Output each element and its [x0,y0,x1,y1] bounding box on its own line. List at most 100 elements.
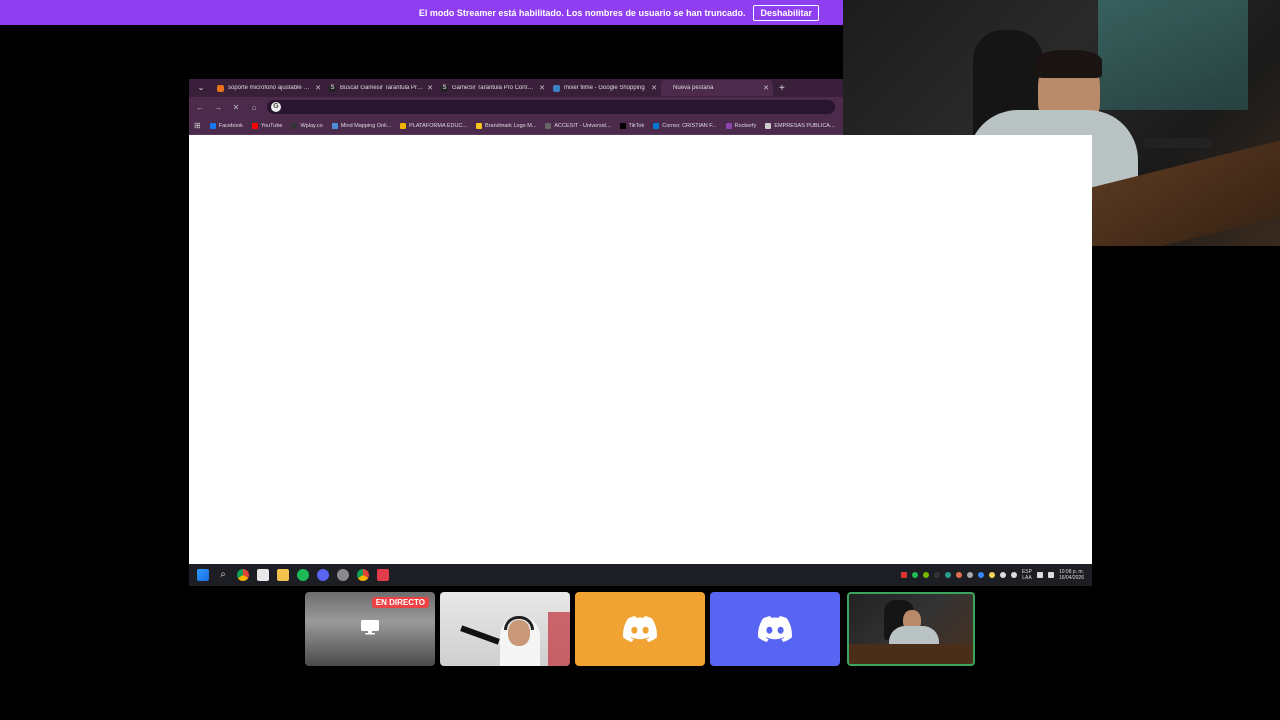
clock-date: 16/04/2026 [1058,575,1084,581]
new-tab-button[interactable]: + [779,83,785,94]
bookmark-label: EMPRESAS PUBLICA... [774,122,835,129]
tray-app-icon[interactable] [933,572,940,578]
browser-tab[interactable]: S GameSir Tarantula Pro Control... ✕ [437,80,549,96]
discord-avatar-tile-blurple[interactable] [710,592,840,666]
language-indicator[interactable]: ESP LAA [1022,569,1032,581]
tab-title: mixer filme - Google Shopping [564,85,645,91]
spotify-icon[interactable] [297,569,309,581]
bookmark-item[interactable]: TikTok [619,122,645,129]
bookmark-icon [545,122,552,129]
bookmark-label: PLATAFORMA EDUC... [409,122,468,129]
bookmark-item[interactable]: Rockerfy [725,122,757,129]
bookmark-item[interactable]: ACCESIT - Universid... [545,122,611,129]
back-icon[interactable]: ← [195,103,205,112]
discord-avatar-tile-orange[interactable] [575,592,705,666]
tab-close-icon[interactable]: ✕ [651,84,657,92]
tray-mic-icon[interactable] [1010,572,1017,578]
tab-search-icon[interactable]: ⌄ [193,81,209,95]
browser-toolbar: ← → ✕ ⌂ G [189,97,843,117]
bookmark-item[interactable]: EMPRESAS PUBLICA... [765,122,835,129]
tray-spotify-icon[interactable] [911,572,918,578]
tray-app-icon[interactable] [988,572,995,578]
stop-icon[interactable]: ✕ [231,103,241,112]
bookmark-item[interactable]: Wplay.co [291,122,323,129]
tab-favicon-icon: S [329,84,336,92]
clock[interactable]: 10:08 p. m. 16/04/2026 [1059,569,1084,581]
tab-close-icon[interactable]: ✕ [427,84,433,92]
blank-page [189,135,1092,564]
streamer-mode-message: El modo Streamer está habilitado. Los no… [418,7,746,18]
shared-screen: ⌄ soporte microfono ajustable c... ✕ S B… [189,79,1092,586]
tray-bluetooth-icon[interactable] [977,572,984,578]
bookmark-item[interactable]: Facebook [209,122,243,129]
bookmark-label: TikTok [628,122,645,129]
webcam-person-hair [1036,50,1102,78]
bookmark-item[interactable]: PLATAFORMA EDUC... [400,122,468,129]
bookmark-icon [619,122,626,129]
discord-stream-view: El modo Streamer está habilitado. Los no… [0,0,1280,720]
tab-close-icon[interactable]: ✕ [315,84,321,92]
chrome-icon[interactable] [237,569,249,581]
discord-logo-icon [623,616,657,642]
tab-close-icon[interactable]: ✕ [763,84,769,92]
forward-icon[interactable]: → [213,103,223,112]
participant-mic [460,625,500,645]
bookmark-item[interactable]: Mind Mapping Onli... [331,122,391,129]
browser-tab-active[interactable]: Nueva pestaña ✕ [661,80,773,96]
tray-app-icon[interactable] [966,572,973,578]
apps-grid-icon[interactable]: ⊞ [194,121,201,130]
speaking-participant-video-tile[interactable] [847,592,975,666]
tray-volume-icon[interactable] [1047,572,1054,578]
tab-close-icon[interactable]: ✕ [539,84,545,92]
tab-title: Nueva pestaña [673,85,714,91]
home-icon[interactable]: ⌂ [249,103,259,112]
browser-tab[interactable]: mixer filme - Google Shopping ✕ [549,80,661,96]
tray-network-icon[interactable] [1036,572,1043,578]
tab-favicon-icon [553,84,560,92]
bookmark-item[interactable]: Brandmark Logo M... [476,122,536,129]
bookmark-item[interactable]: Correo: CRISTIAN F... [653,122,717,129]
bookmark-icon [331,122,338,129]
bookmark-label: Rockerfy [734,122,757,129]
settings-gear-icon[interactable] [337,569,349,581]
tray-nvidia-icon[interactable] [922,572,929,578]
tray-app-icon[interactable] [955,572,962,578]
google-icon: G [271,102,281,112]
windows-taskbar: ⌕ ESP LAA 10:08 p. m. 16/04/2026 [189,564,1092,586]
tray-app-icon[interactable] [900,572,907,578]
participant-video-tile[interactable] [440,592,570,666]
tab-title: Buscar Gamesir Tarantula Pro ... [340,85,424,91]
browser-tab[interactable]: S Buscar Gamesir Tarantula Pro ... ✕ [325,80,437,96]
bookmark-label: ACCESIT - Universid... [554,122,611,129]
search-icon[interactable]: ⌕ [217,569,229,581]
tray-wifi-icon[interactable] [999,572,1006,578]
bookmark-icon [765,122,772,129]
webcam-microphone [1143,138,1213,148]
region-code: LAA [1022,575,1032,581]
system-tray: ESP LAA 10:08 p. m. 16/04/2026 [900,564,1084,586]
file-explorer-icon[interactable] [277,569,289,581]
bookmark-label: Wplay.co [300,122,323,129]
address-bar[interactable]: G [267,100,835,114]
bookmark-icon [209,122,216,129]
discord-logo-icon [758,616,792,642]
calendar-icon[interactable] [257,569,269,581]
webcam-curtain [1098,0,1248,110]
browser-tab[interactable]: soporte microfono ajustable c... ✕ [213,80,325,96]
disable-streamer-mode-button[interactable]: Deshabilitar [753,4,819,21]
bookmark-item[interactable]: YouTube [251,122,282,129]
discord-icon[interactable] [317,569,329,581]
participant-light [548,612,570,666]
bookmark-icon [291,122,298,129]
tab-favicon-icon: S [441,84,448,92]
windows-start-icon[interactable] [197,569,209,581]
chrome-profile-icon[interactable] [357,569,369,581]
bookmark-label: Facebook [218,122,243,129]
tray-app-icon[interactable] [944,572,951,578]
participant-desk [849,644,973,664]
bookmark-icon [725,122,732,129]
tab-title: GameSir Tarantula Pro Control... [452,85,536,91]
bookmark-icon [476,122,483,129]
app-red-icon[interactable] [377,569,389,581]
screen-share-tile[interactable]: EN DIRECTO [305,592,435,666]
